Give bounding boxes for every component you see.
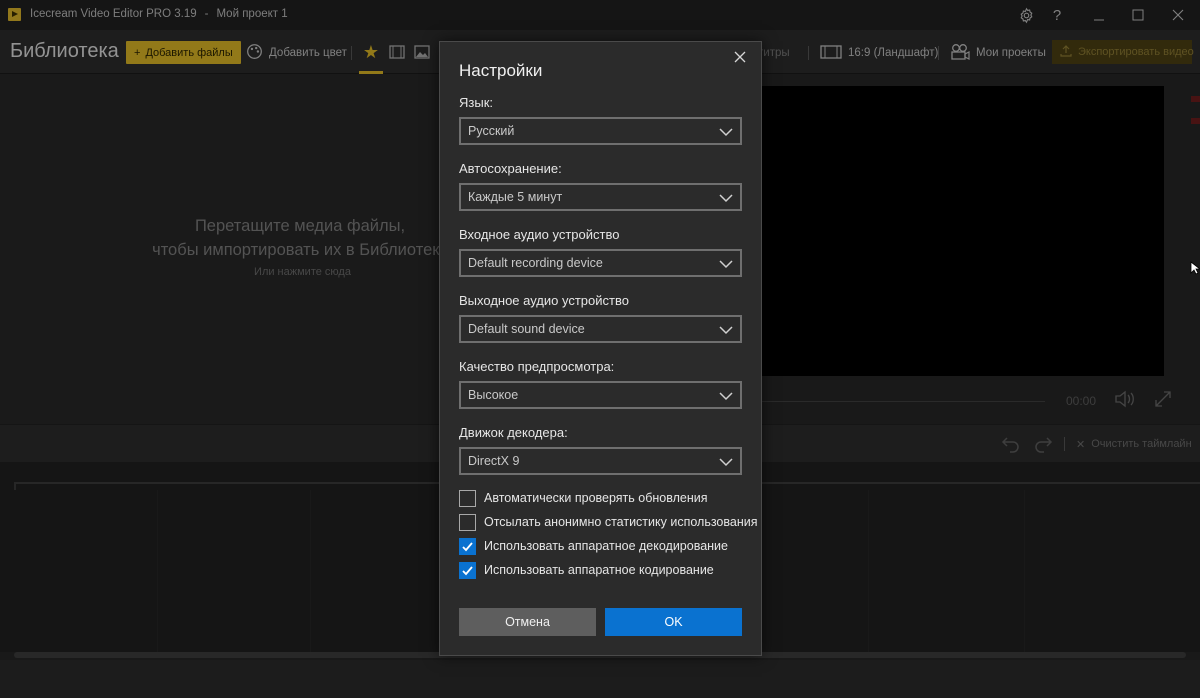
auto-update-label: Автоматически проверять обновления xyxy=(484,491,708,505)
send-stats-label: Отсылать анонимно статистику использован… xyxy=(484,515,758,529)
language-select[interactable]: Русский xyxy=(459,117,742,145)
preview-quality-label: Качество предпросмотра: xyxy=(459,359,615,374)
checkbox-box[interactable] xyxy=(459,513,476,531)
mouse-cursor-icon xyxy=(1190,261,1200,275)
chevron-down-icon xyxy=(719,392,733,401)
output-audio-value: Default sound device xyxy=(468,322,585,336)
input-audio-value: Default recording device xyxy=(468,256,603,270)
settings-dialog: Настройки Язык: Русский Автосохранение: … xyxy=(439,41,762,656)
autosave-select[interactable]: Каждые 5 минут xyxy=(459,183,742,211)
checkbox-box-checked[interactable] xyxy=(459,561,476,579)
checkmark-icon xyxy=(462,565,473,575)
ok-button[interactable]: OK xyxy=(605,608,742,636)
language-value: Русский xyxy=(468,124,515,138)
input-audio-label: Входное аудио устройство xyxy=(459,227,620,242)
hw-decoding-checkbox[interactable]: Использовать аппаратное декодирование xyxy=(459,537,728,555)
dialog-title: Настройки xyxy=(459,61,543,80)
chevron-down-icon xyxy=(719,458,733,467)
input-audio-select[interactable]: Default recording device xyxy=(459,249,742,277)
hw-decoding-label: Использовать аппаратное декодирование xyxy=(484,539,728,553)
autosave-value: Каждые 5 минут xyxy=(468,190,563,204)
language-label: Язык: xyxy=(459,95,493,110)
decoder-engine-select[interactable]: DirectX 9 xyxy=(459,447,742,475)
checkbox-box-checked[interactable] xyxy=(459,537,476,555)
output-audio-select[interactable]: Default sound device xyxy=(459,315,742,343)
chevron-down-icon xyxy=(719,326,733,335)
chevron-down-icon xyxy=(719,260,733,269)
checkbox-box[interactable] xyxy=(459,489,476,507)
dialog-close-icon[interactable] xyxy=(729,46,751,68)
app-window: Icecream Video Editor PRO 3.19- Мой проек… xyxy=(0,0,1200,698)
cancel-button[interactable]: Отмена xyxy=(459,608,596,636)
send-stats-checkbox[interactable]: Отсылать анонимно статистику использован… xyxy=(459,513,757,531)
autosave-label: Автосохранение: xyxy=(459,161,562,176)
hw-encoding-checkbox[interactable]: Использовать аппаратное кодирование xyxy=(459,561,714,579)
chevron-down-icon xyxy=(719,128,733,137)
checkmark-icon xyxy=(462,541,473,551)
preview-quality-value: Высокое xyxy=(468,388,519,402)
hw-encoding-label: Использовать аппаратное кодирование xyxy=(484,563,714,577)
auto-update-checkbox[interactable]: Автоматически проверять обновления xyxy=(459,489,708,507)
output-audio-label: Выходное аудио устройство xyxy=(459,293,629,308)
decoder-engine-value: DirectX 9 xyxy=(468,454,520,468)
preview-quality-select[interactable]: Высокое xyxy=(459,381,742,409)
decoder-engine-label: Движок декодера: xyxy=(459,425,568,440)
chevron-down-icon xyxy=(719,194,733,203)
